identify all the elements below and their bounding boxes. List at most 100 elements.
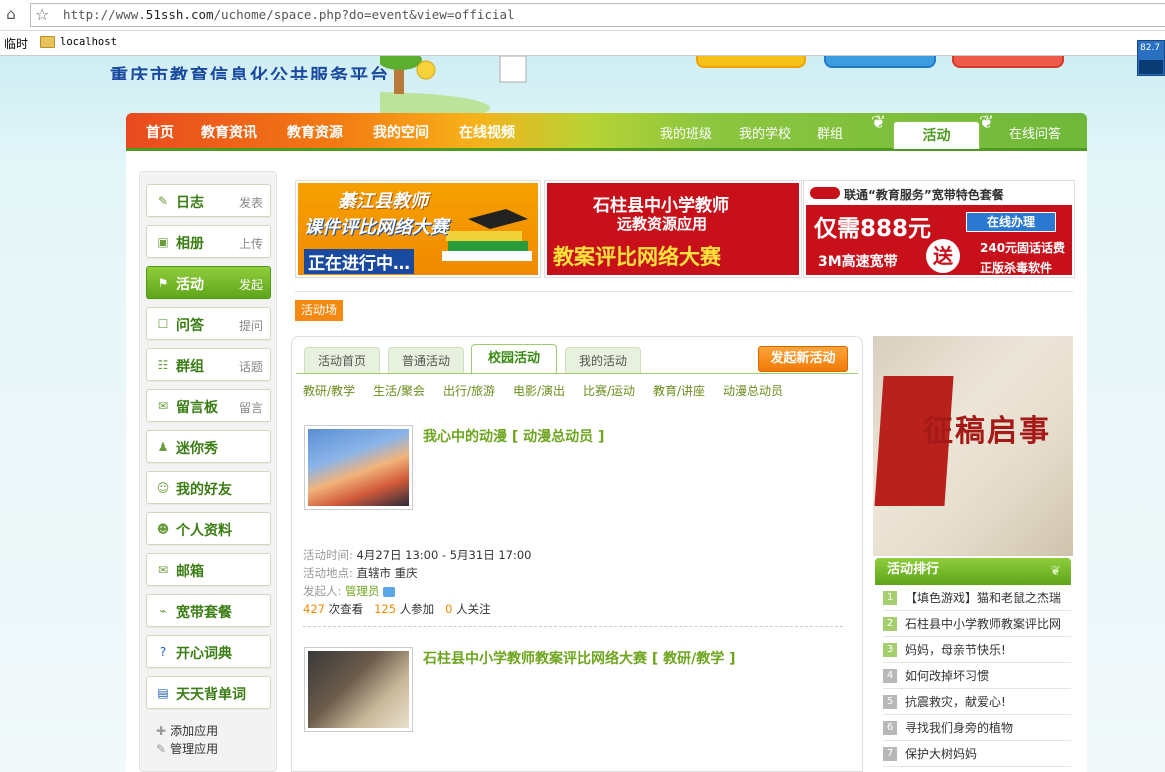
pencil-icon: ✎ (157, 194, 169, 208)
bookmark-localhost[interactable]: localhost (60, 36, 117, 48)
home-icon[interactable]: ⌂ (2, 5, 20, 23)
sidebar-item[interactable]: ☻ 个人资料 (146, 512, 271, 545)
flag-icon: ⚑ (157, 276, 169, 290)
banner3-online-button[interactable]: 在线办理 (966, 212, 1056, 232)
sidebar-item[interactable]: ♟ 迷你秀 (146, 430, 271, 463)
event-host-label: 发起人: (303, 584, 342, 598)
banner3-speed: 3M高速宽带 (818, 254, 898, 270)
add-app-link[interactable]: ✚ 添加应用 (156, 722, 218, 739)
ranking-item[interactable]: 6 寻找我们身旁的植物 (883, 715, 1071, 741)
sidebar-item-action[interactable]: 发起 (239, 276, 263, 293)
section-divider (295, 291, 1073, 292)
plus-icon: ✚ (156, 724, 167, 738)
event-thumbnail[interactable] (304, 425, 413, 510)
nav-online-video[interactable]: 在线视频 (459, 122, 515, 142)
ranking-item[interactable]: 3 妈妈，母亲节快乐! (883, 637, 1071, 663)
sprout-icon: ❦ (1050, 564, 1061, 579)
site-logo-text[interactable]: 重庆市教育信息化公共服务平台 (110, 62, 390, 80)
nav-my-school[interactable]: 我的学校 (739, 123, 791, 142)
nav-my-class[interactable]: 我的班级 (660, 123, 712, 142)
sidebar-item-action[interactable]: 发表 (239, 194, 263, 211)
sidebar-item-label: 我的好友 (176, 482, 232, 498)
ranking-header: 活动排行 ❦ (875, 558, 1071, 585)
banner-unicom-broadband[interactable]: 联通“教育服务”宽带特色套餐 仅需888元 在线办理 3M高速宽带 送 240元… (803, 180, 1075, 278)
sidebar-item-label: 宽带套餐 (176, 605, 232, 621)
sidebar-item-label: 问答 (176, 318, 204, 334)
ranking-item[interactable]: 2 石柱县中小学教师教案评比网 (883, 611, 1071, 637)
sidebar-item[interactable]: ▣ 相册 上传 (146, 225, 271, 258)
subcat-movies[interactable]: 电影/演出 (513, 382, 565, 399)
event-title[interactable]: 石柱县中小学教师教案评比网络大赛 [ 教研/教学 ] (423, 648, 736, 668)
sidebar-item[interactable]: ✉ 邮箱 (146, 553, 271, 586)
address-row: ⌂ ☆ http://www.51ssh.com/uchome/space.ph… (0, 0, 1165, 31)
subcat-travel[interactable]: 出行/旅游 (443, 382, 495, 399)
sidebar-item-label: 天天背单词 (176, 687, 246, 703)
sidebar-item[interactable]: ▤ 天天背单词 (146, 676, 271, 709)
ranking-item[interactable]: 7 保护大树妈妈 (883, 741, 1071, 767)
sidebar-item-label: 开心词典 (176, 646, 232, 662)
subcat-sports[interactable]: 比赛/运动 (583, 382, 635, 399)
banner3-price: 仅需888元 (814, 216, 932, 242)
sidebar-item[interactable]: ⚑ 活动 发起 (146, 266, 271, 299)
subcat-teaching[interactable]: 教研/教学 (303, 382, 355, 399)
url-text[interactable]: http://www.51ssh.com/uchome/space.php?do… (63, 7, 515, 22)
tab-normal-events[interactable]: 普通活动 (388, 347, 464, 373)
question-icon: ☐ (157, 317, 169, 331)
new-event-button[interactable]: 发起新活动 (758, 346, 848, 372)
sidebar-item-action[interactable]: 上传 (239, 235, 263, 252)
sidebar-item-action[interactable]: 留言 (239, 399, 263, 416)
bookmark-label[interactable]: 临时 (4, 35, 28, 52)
ranking-item-title: 寻找我们身旁的植物 (905, 721, 1014, 735)
wrench-icon: ✎ (156, 742, 167, 756)
event-host-link[interactable]: 管理员 (345, 584, 380, 598)
sidebar-item[interactable]: ✎ 日志 发表 (146, 184, 271, 217)
widget-graph (1139, 60, 1163, 74)
subcat-life[interactable]: 生活/聚会 (373, 382, 425, 399)
nav-home[interactable]: 首页 (146, 122, 174, 142)
nav-edu-resources[interactable]: 教育资源 (287, 122, 343, 142)
ranking-item-title: 保护大树妈妈 (905, 747, 978, 761)
views-label: 次查看 (328, 602, 364, 616)
sidebar-item[interactable]: ✉ 留言板 留言 (146, 389, 271, 422)
header-deco-red (952, 56, 1064, 68)
nav-my-space[interactable]: 我的空间 (373, 122, 429, 142)
sidebar-item-action[interactable]: 提问 (239, 317, 263, 334)
ranking-item[interactable]: 4 如何改掉坏习惯 (883, 663, 1071, 689)
rank-number: 2 (883, 617, 897, 631)
ranking-item-title: 妈妈，母亲节快乐! (905, 643, 1006, 657)
banner-courseware-contest[interactable]: 綦江县教师 课件评比网络大赛 正在进行中… (295, 180, 541, 278)
banner-lesson-plan-contest[interactable]: 石柱县中小学教师 远教资源应用 教案评比网络大赛 (544, 180, 802, 278)
bookmark-star-icon[interactable]: ☆ (35, 5, 49, 24)
subcat-anime[interactable]: 动漫总动员 (723, 382, 783, 399)
event-panel: 活动首页 普通活动 校园活动 我的活动 发起新活动 教研/教学 生活/聚会 出行… (291, 336, 863, 772)
book-icon: ▤ (157, 686, 169, 700)
call-for-papers-image[interactable]: 征稿启事 (873, 336, 1073, 556)
nav-events-active[interactable]: 活动 (893, 121, 980, 149)
sidebar-item-label: 日志 (176, 195, 204, 211)
ranking-item[interactable]: 1 【填色游戏】猫和老鼠之杰瑞 (883, 585, 1071, 611)
browser-chrome: ⌂ ☆ http://www.51ssh.com/uchome/space.ph… (0, 0, 1165, 56)
sidebar-item-action[interactable]: 话题 (239, 358, 263, 375)
banner3-title: 联通“教育服务”宽带特色套餐 (844, 188, 1004, 202)
event-thumbnail[interactable] (304, 647, 413, 732)
unicom-logo-icon (810, 187, 840, 199)
nav-edu-news[interactable]: 教育资讯 (201, 122, 257, 142)
chat-icon[interactable] (383, 586, 396, 597)
sidebar-item[interactable]: ☺ 我的好友 (146, 471, 271, 504)
event-title[interactable]: 我心中的动漫 [ 动漫总动员 ] (423, 426, 604, 446)
nav-groups[interactable]: 群组 (817, 123, 843, 142)
tab-events-home[interactable]: 活动首页 (304, 347, 380, 373)
sidebar-item[interactable]: ☷ 群组 话题 (146, 348, 271, 381)
address-bar[interactable]: ☆ http://www.51ssh.com/uchome/space.php?… (30, 3, 1165, 27)
manage-app-link[interactable]: ✎ 管理应用 (156, 740, 218, 757)
event-time: 活动时间: 4月27日 13:00 - 5月31日 17:00 (303, 547, 532, 563)
subcat-lectures[interactable]: 教育/讲座 (653, 382, 705, 399)
tab-my-events[interactable]: 我的活动 (565, 347, 641, 373)
tab-campus-events[interactable]: 校园活动 (471, 344, 557, 374)
sidebar-item[interactable]: ? 开心词典 (146, 635, 271, 668)
sidebar-item[interactable]: ⌁ 宽带套餐 (146, 594, 271, 627)
rank-number: 3 (883, 643, 897, 657)
nav-online-qa[interactable]: 在线问答 (1009, 123, 1061, 142)
sidebar-item[interactable]: ☐ 问答 提问 (146, 307, 271, 340)
ranking-item[interactable]: 5 抗震救灾，献爱心! (883, 689, 1071, 715)
